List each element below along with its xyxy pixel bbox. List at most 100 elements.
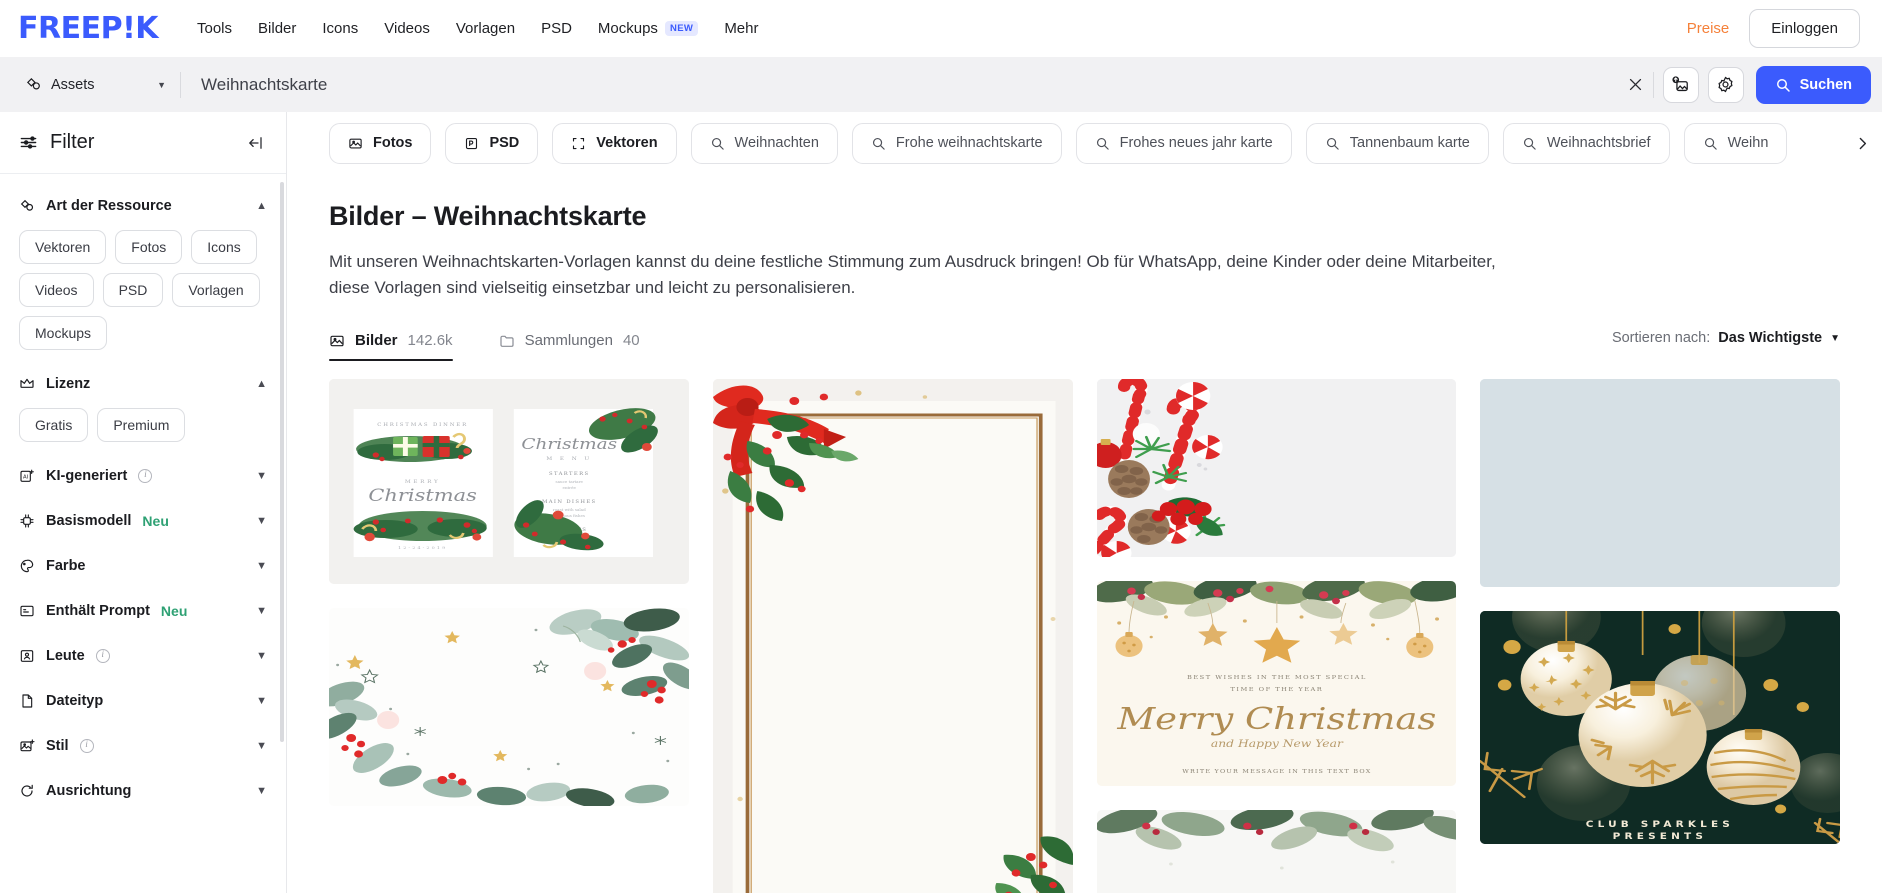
pricing-link[interactable]: Preise [1687, 20, 1730, 37]
filter-group-header[interactable]: Ausrichtung ▼ [19, 773, 267, 809]
nav-link-mehr[interactable]: Mehr [711, 14, 771, 43]
filter-group-ausrichtung: Ausrichtung ▼ [0, 773, 286, 818]
nav-link-mockups[interactable]: Mockups NEW [585, 14, 711, 43]
svg-text:12-24-2019: 12-24-2019 [398, 545, 447, 550]
result-card-candy-cane-photo[interactable] [1096, 379, 1457, 557]
result-card-blank-placeholder[interactable] [1480, 379, 1840, 587]
asset-type-label: Assets [51, 76, 95, 93]
search-submit-button[interactable]: Suchen [1755, 65, 1871, 104]
filter-chip-vorlagen[interactable]: Vorlagen [172, 273, 260, 307]
filter-group-art-der-ressource: Art der Ressource ▲ Vektoren Fotos Icons… [0, 188, 286, 366]
pill-row-next-button[interactable] [1848, 129, 1876, 157]
login-button[interactable]: Einloggen [1749, 9, 1860, 48]
nav-link-videos[interactable]: Videos [371, 14, 443, 43]
pill-frohe-weihnachtskarte[interactable]: Frohe weihnachtskarte [851, 122, 1062, 164]
main-content: Fotos PSD Vektoren Weihnachten Frohe wei… [287, 112, 1882, 893]
filter-chip-mockups[interactable]: Mockups [19, 316, 108, 350]
search-settings-gear-button[interactable] [1707, 66, 1744, 103]
freepik-logo[interactable]: FREEP!K [18, 13, 159, 44]
pill-frohes-neues-jahr-karte[interactable]: Frohes neues jahr karte [1075, 122, 1292, 164]
filter-group-header[interactable]: Enthält Prompt Neu ▼ [19, 593, 267, 629]
filter-group-header[interactable]: Basismodell Neu ▼ [19, 503, 267, 539]
chevron-down-icon: ▼ [256, 785, 267, 797]
svg-text:entrée: entrée [563, 486, 576, 490]
search-input[interactable] [181, 74, 1619, 95]
filter-group-header[interactable]: AI KI-generiert i ▼ [19, 458, 267, 494]
filter-groups-scroll[interactable]: Art der Ressource ▲ Vektoren Fotos Icons… [0, 174, 286, 893]
pill-label: PSD [489, 135, 520, 151]
result-card-merry-christmas-gold-card[interactable]: BEST WISHES IN THE MOST SPECIAL TIME OF … [1096, 581, 1457, 786]
nav-link-vorlagen[interactable]: Vorlagen [443, 14, 528, 43]
result-card-eucalyptus-berry-frame[interactable] [329, 608, 689, 806]
svg-text:MERRY: MERRY [405, 479, 441, 484]
nav-link-bilder[interactable]: Bilder [245, 14, 309, 43]
sort-value[interactable]: Das Wichtigste [1718, 330, 1822, 346]
filter-group-header[interactable]: Art der Ressource ▲ [19, 188, 267, 224]
ai-icon: AI [19, 468, 35, 484]
search-icon [871, 136, 886, 151]
collapse-sidebar-button[interactable] [245, 134, 265, 152]
search-icon [1325, 136, 1340, 151]
pill-vektoren[interactable]: Vektoren [552, 122, 677, 164]
filter-chip-icons[interactable]: Icons [191, 230, 257, 264]
result-card-christmas-invitation-set[interactable]: CHRISTMAS DINNER MERRY Christmas 12-24-2… [329, 379, 689, 584]
result-card-red-bow-gold-frame-letter[interactable] [712, 379, 1073, 893]
info-icon[interactable]: i [138, 469, 153, 483]
filter-group-header[interactable]: Stil i ▼ [19, 728, 267, 764]
photo-icon [348, 136, 363, 151]
pill-weihnachtsbrief[interactable]: Weihnachtsbrief [1502, 122, 1670, 164]
main-nav-links: Tools Bilder Icons Videos Vorlagen PSD M… [184, 14, 772, 43]
filter-chip-fotos[interactable]: Fotos [115, 230, 183, 264]
image-search-upload-button[interactable] [1662, 66, 1699, 103]
filter-chip-gratis[interactable]: Gratis [19, 408, 89, 442]
info-icon[interactable]: i [95, 649, 110, 663]
filter-group-header[interactable]: Dateityp ▼ [19, 683, 267, 719]
chevron-down-icon[interactable]: ▼ [1830, 333, 1840, 344]
chevron-up-icon: ▲ [256, 200, 267, 212]
clear-search-button[interactable] [1619, 68, 1653, 102]
filter-group-basismodell: Basismodell Neu ▼ [0, 503, 286, 548]
quick-filter-pill-row: Fotos PSD Vektoren Weihnachten Frohe wei… [287, 112, 1882, 174]
pill-weihn-truncated[interactable]: Weihn [1683, 122, 1788, 164]
tab-count: 142.6k [407, 332, 453, 349]
filter-group-header[interactable]: Leute i ▼ [19, 638, 267, 674]
result-card-pine-branch-strip[interactable] [1096, 810, 1457, 893]
nav-link-label: Mehr [724, 20, 759, 37]
tab-sammlungen[interactable]: Sammlungen 40 [499, 325, 640, 361]
filter-chip-premium[interactable]: Premium [97, 408, 186, 442]
pill-label: Frohe weihnachtskarte [895, 135, 1043, 151]
filter-group-label: KI-generiert [46, 468, 128, 484]
info-icon[interactable]: i [79, 739, 94, 753]
card-artwork: BEST WISHES IN THE MOST SPECIAL TIME OF … [1096, 581, 1457, 786]
pill-weihnachten[interactable]: Weihnachten [690, 122, 838, 164]
chevron-down-icon: ▼ [256, 740, 267, 752]
vector-icon [571, 136, 586, 151]
pill-psd[interactable]: PSD [445, 122, 539, 164]
search-icon [1703, 136, 1718, 151]
filter-group-label: Basismodell [46, 513, 132, 529]
chevron-down-icon: ▼ [256, 560, 267, 572]
asset-type-selector[interactable]: Assets ▼ [12, 66, 180, 104]
nav-link-psd[interactable]: PSD [528, 14, 585, 43]
filter-group-header[interactable]: Farbe ▼ [19, 548, 267, 584]
nav-link-icons[interactable]: Icons [309, 14, 371, 43]
filter-chip-vektoren[interactable]: Vektoren [19, 230, 107, 264]
results-grid: CHRISTMAS DINNER MERRY Christmas 12-24-2… [329, 379, 1840, 893]
pill-fotos[interactable]: Fotos [329, 122, 432, 164]
folder-icon [499, 333, 515, 349]
filter-chip-psd[interactable]: PSD [102, 273, 164, 307]
chevron-down-icon: ▼ [256, 605, 267, 617]
filter-group-leute: Leute i ▼ [0, 638, 286, 683]
palette-icon [19, 558, 35, 574]
nav-link-tools[interactable]: Tools [184, 14, 245, 43]
tab-bilder[interactable]: Bilder 142.6k [329, 325, 453, 361]
nav-right-actions: Preise Einloggen [1687, 9, 1860, 48]
result-card-gold-baubles-dark-card[interactable]: CLUB SPARKLES PRESENTS [1480, 611, 1840, 844]
pill-tannenbaum-karte[interactable]: Tannenbaum karte [1305, 122, 1489, 164]
filter-group-header[interactable]: Lizenz ▲ [19, 366, 267, 402]
filter-chip-videos[interactable]: Videos [19, 273, 94, 307]
search-icon [1095, 136, 1110, 151]
card-script: Merry Christmas [1116, 701, 1436, 736]
